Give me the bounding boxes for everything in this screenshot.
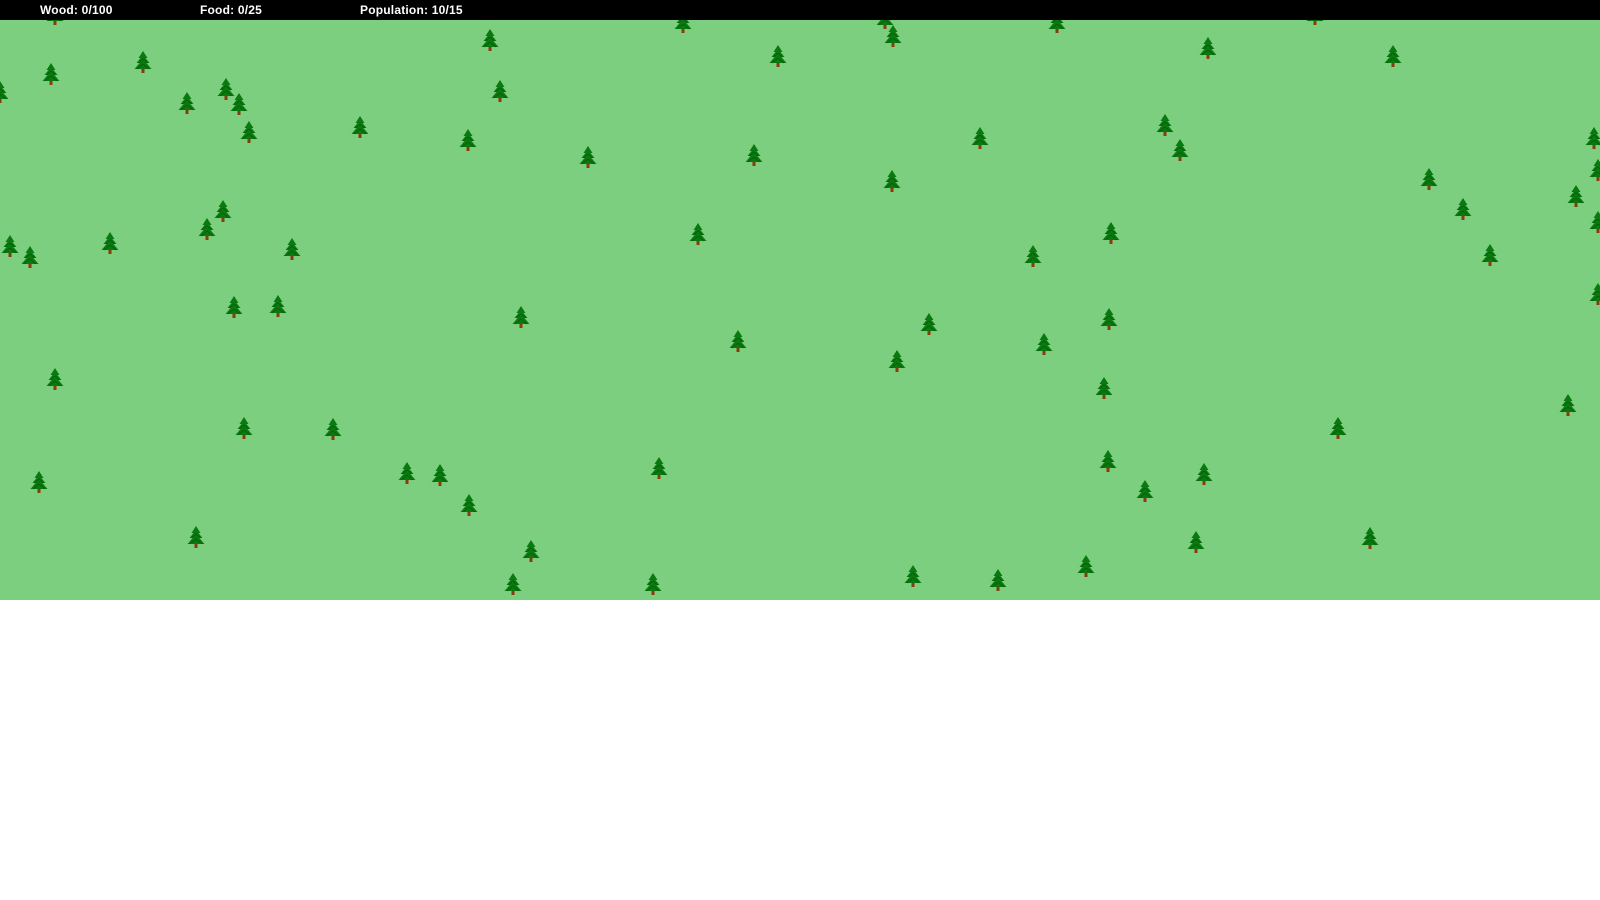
pine-tree-icon[interactable] <box>1588 210 1600 234</box>
pine-tree-icon[interactable] <box>503 572 523 596</box>
pine-tree-icon[interactable] <box>458 128 478 152</box>
pine-tree-icon[interactable] <box>459 493 479 517</box>
pine-tree-icon[interactable] <box>490 79 510 103</box>
pine-tree-icon[interactable] <box>1194 462 1214 486</box>
pine-tree-icon[interactable] <box>1101 221 1121 245</box>
pine-tree-icon[interactable] <box>29 470 49 494</box>
pine-tree-icon[interactable] <box>268 294 288 318</box>
pine-tree-icon[interactable] <box>41 62 61 86</box>
pine-tree-icon[interactable] <box>521 539 541 563</box>
pine-tree-icon[interactable] <box>20 245 40 269</box>
pine-tree-icon[interactable] <box>1099 307 1119 331</box>
pine-tree-icon[interactable] <box>350 115 370 139</box>
pine-tree-icon[interactable] <box>1558 393 1578 417</box>
pine-tree-icon[interactable] <box>1584 126 1600 150</box>
pine-tree-icon[interactable] <box>229 92 249 116</box>
pine-tree-icon[interactable] <box>1480 243 1500 267</box>
pine-tree-icon[interactable] <box>1094 376 1114 400</box>
pine-tree-icon[interactable] <box>1566 184 1586 208</box>
pine-tree-icon[interactable] <box>688 222 708 246</box>
pine-tree-icon[interactable] <box>1588 158 1600 182</box>
game-viewport[interactable]: Wood: 0/100 Food: 0/25 Population: 10/15 <box>0 0 1600 600</box>
pine-tree-icon[interactable] <box>1135 479 1155 503</box>
pine-tree-icon[interactable] <box>1155 113 1175 137</box>
pine-tree-icon[interactable] <box>323 417 343 441</box>
pine-tree-icon[interactable] <box>883 24 903 48</box>
pine-tree-icon[interactable] <box>239 120 259 144</box>
wood-counter: Wood: 0/100 <box>40 3 113 17</box>
pine-tree-icon[interactable] <box>578 145 598 169</box>
pine-tree-icon[interactable] <box>1198 36 1218 60</box>
pine-tree-icon[interactable] <box>1170 138 1190 162</box>
pine-tree-icon[interactable] <box>100 231 120 255</box>
pine-tree-icon[interactable] <box>0 234 20 258</box>
pine-tree-icon[interactable] <box>45 367 65 391</box>
pine-tree-icon[interactable] <box>882 169 902 193</box>
pine-tree-icon[interactable] <box>1076 554 1096 578</box>
pine-tree-icon[interactable] <box>970 126 990 150</box>
pine-tree-icon[interactable] <box>649 456 669 480</box>
pine-tree-icon[interactable] <box>282 237 302 261</box>
pine-tree-icon[interactable] <box>430 463 450 487</box>
pine-tree-icon[interactable] <box>0 80 10 104</box>
pine-tree-icon[interactable] <box>887 349 907 373</box>
pine-tree-icon[interactable] <box>480 28 500 52</box>
pine-tree-icon[interactable] <box>1098 449 1118 473</box>
pine-tree-icon[interactable] <box>397 461 417 485</box>
pine-tree-icon[interactable] <box>1360 526 1380 550</box>
pine-tree-icon[interactable] <box>1186 530 1206 554</box>
pine-tree-icon[interactable] <box>1453 197 1473 221</box>
pine-tree-icon[interactable] <box>234 416 254 440</box>
pine-tree-icon[interactable] <box>1034 332 1054 356</box>
pine-tree-icon[interactable] <box>133 50 153 74</box>
pine-tree-icon[interactable] <box>1419 167 1439 191</box>
grass-field[interactable] <box>0 0 1600 600</box>
pine-tree-icon[interactable] <box>744 143 764 167</box>
pine-tree-icon[interactable] <box>768 44 788 68</box>
pine-tree-icon[interactable] <box>1328 416 1348 440</box>
pine-tree-icon[interactable] <box>177 91 197 115</box>
pine-tree-icon[interactable] <box>224 295 244 319</box>
empty-area <box>0 600 1600 900</box>
pine-tree-icon[interactable] <box>919 312 939 336</box>
pine-tree-icon[interactable] <box>988 568 1008 592</box>
pine-tree-icon[interactable] <box>186 525 206 549</box>
pine-tree-icon[interactable] <box>728 329 748 353</box>
pine-tree-icon[interactable] <box>1023 244 1043 268</box>
pine-tree-icon[interactable] <box>1588 282 1600 306</box>
pine-tree-icon[interactable] <box>511 305 531 329</box>
pine-tree-icon[interactable] <box>643 572 663 596</box>
population-counter: Population: 10/15 <box>360 3 463 17</box>
pine-tree-icon[interactable] <box>197 217 217 241</box>
pine-tree-icon[interactable] <box>903 564 923 588</box>
resource-bar: Wood: 0/100 Food: 0/25 Population: 10/15 <box>0 0 1600 20</box>
food-counter: Food: 0/25 <box>200 3 263 17</box>
pine-tree-icon[interactable] <box>1383 44 1403 68</box>
